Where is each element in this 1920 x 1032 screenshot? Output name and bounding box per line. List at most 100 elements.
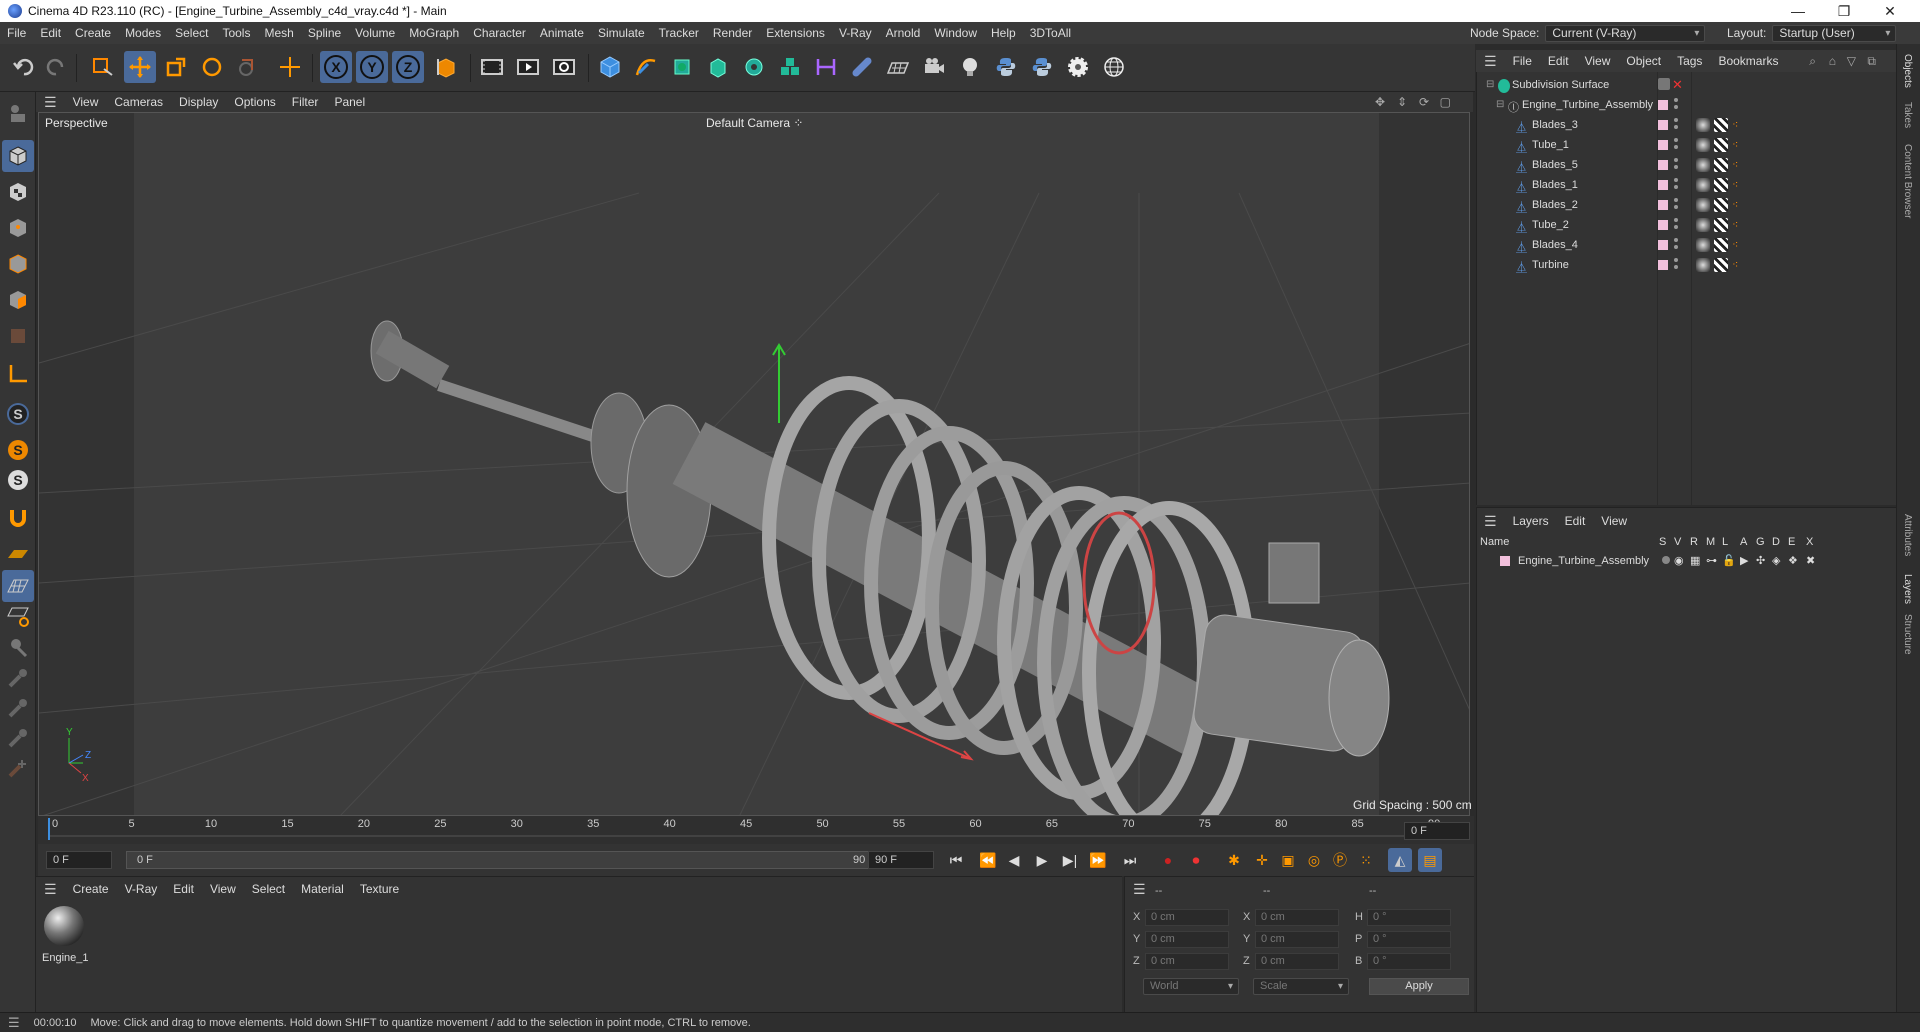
viewport-menu-display[interactable]: Display: [171, 95, 226, 109]
tree-expand-icon[interactable]: ⊟: [1496, 99, 1508, 113]
python-generator-icon[interactable]: [1026, 51, 1058, 83]
layer-color-swatch[interactable]: [1658, 240, 1668, 250]
previous-key-icon[interactable]: ⏪: [976, 848, 1000, 872]
viewport-menu-view[interactable]: View: [65, 95, 107, 109]
material-tag-icon[interactable]: [1696, 218, 1710, 232]
menu-mesh[interactable]: Mesh: [257, 22, 300, 44]
layer-row[interactable]: Engine_Turbine_Assembly ◉ ▦ ⊶ 🔓 ▶ ✣ ◈ ❖ …: [1476, 552, 1896, 572]
menu-volume[interactable]: Volume: [348, 22, 402, 44]
polygons-mode-icon[interactable]: [2, 284, 34, 316]
cube-object-icon[interactable]: [594, 51, 626, 83]
motion-system-icon[interactable]: ◭: [1388, 848, 1412, 872]
current-frame-field[interactable]: 0 F: [1404, 822, 1470, 840]
tab-takes[interactable]: Takes: [1902, 102, 1913, 128]
tab-content-browser[interactable]: Content Browser: [1902, 144, 1913, 218]
menu-simulate[interactable]: Simulate: [591, 22, 652, 44]
snap-icon[interactable]: S: [2, 398, 34, 430]
z-axis-lock-icon[interactable]: Z: [392, 51, 424, 83]
layer-deformers-icon[interactable]: ◈: [1772, 554, 1780, 567]
material-tag-icon[interactable]: [1696, 118, 1710, 132]
menu-create[interactable]: Create: [68, 22, 118, 44]
web-globe-icon[interactable]: [1098, 51, 1130, 83]
floor-icon[interactable]: [882, 51, 914, 83]
magnet-tweak-icon[interactable]: [2, 502, 34, 534]
rot-b-field[interactable]: 0 °: [1367, 953, 1451, 970]
key-selection-icon[interactable]: ✱: [1222, 848, 1246, 872]
menu-mograph[interactable]: MoGraph: [402, 22, 466, 44]
coordinate-system-icon[interactable]: [430, 51, 462, 83]
pos-y-field[interactable]: 0 cm: [1145, 931, 1229, 948]
visibility-dots[interactable]: [1674, 98, 1678, 114]
objects-menu-object[interactable]: Object: [1618, 54, 1669, 68]
workplane-icon[interactable]: [2, 538, 34, 570]
objects-menu-view[interactable]: View: [1577, 54, 1619, 68]
viewport-hamburger-icon[interactable]: ☰: [36, 94, 65, 111]
object-row-blades-2[interactable]: ⏅ Blades_2 ⁖: [1476, 196, 1896, 216]
material-item[interactable]: Engine_1: [42, 906, 89, 966]
previous-frame-icon[interactable]: ◀: [1002, 848, 1026, 872]
viewport-camera-name[interactable]: Default Camera ⁘: [706, 116, 803, 130]
menu-character[interactable]: Character: [466, 22, 533, 44]
material-menu-create[interactable]: Create: [65, 882, 117, 896]
layer-solo-toggle[interactable]: [1662, 556, 1670, 564]
texture-tag-icon[interactable]: [1714, 118, 1728, 132]
material-tag-icon[interactable]: [1696, 258, 1710, 272]
menu-window[interactable]: Window: [927, 22, 984, 44]
layer-color-swatch[interactable]: [1658, 260, 1668, 270]
play-icon[interactable]: ▶: [1030, 848, 1054, 872]
layer-color-swatch[interactable]: [1658, 220, 1668, 230]
uv-mode-icon[interactable]: [2, 320, 34, 352]
layer-manager-icon[interactable]: ⊶: [1706, 554, 1717, 567]
apply-button[interactable]: Apply: [1369, 978, 1469, 995]
coordinates-hamburger-icon[interactable]: ☰: [1133, 881, 1146, 898]
objects-new-window-icon[interactable]: ⧉: [1867, 54, 1876, 69]
texture-tag-icon[interactable]: [1714, 178, 1728, 192]
visibility-dots[interactable]: [1674, 138, 1678, 154]
size-y-field[interactable]: 0 cm: [1255, 931, 1339, 948]
vray-tag-icon[interactable]: ⁖: [1732, 258, 1746, 272]
tab-attributes[interactable]: Attributes: [1902, 514, 1913, 556]
object-row-engine-turbine-assembly[interactable]: ⊟ ⓛ Engine_Turbine_Assembly: [1476, 96, 1896, 116]
vray-tag-icon[interactable]: ⁖: [1732, 198, 1746, 212]
sculpt-brush-icon[interactable]: [2, 632, 34, 664]
objects-menu-edit[interactable]: Edit: [1540, 54, 1577, 68]
menu-vray[interactable]: V-Ray: [832, 22, 879, 44]
layer-generators-icon[interactable]: ✣: [1756, 554, 1765, 567]
tab-structure[interactable]: Structure: [1902, 614, 1913, 655]
size-z-field[interactable]: 0 cm: [1255, 953, 1339, 970]
layers-menu-view[interactable]: View: [1593, 514, 1635, 528]
render-region-icon[interactable]: [476, 51, 508, 83]
scale-mode-dropdown[interactable]: Scale: [1253, 978, 1349, 995]
texture-tag-icon[interactable]: [1714, 198, 1728, 212]
menu-tracker[interactable]: Tracker: [652, 22, 706, 44]
model-mode-icon[interactable]: [2, 98, 34, 130]
layer-color-swatch[interactable]: [1500, 556, 1510, 566]
viewport-dolly-icon[interactable]: ⇕: [1397, 95, 1407, 109]
material-hamburger-icon[interactable]: ☰: [36, 881, 65, 898]
viewport-maximize-icon[interactable]: ▢: [1440, 95, 1451, 109]
menu-edit[interactable]: Edit: [33, 22, 68, 44]
autokey-icon[interactable]: ⏺: [1184, 848, 1208, 872]
vray-tag-icon[interactable]: ⁖: [1732, 138, 1746, 152]
bevel-tool-icon[interactable]: [2, 692, 34, 724]
frame-range-slider[interactable]: 0 F 90 F: [126, 851, 886, 869]
layer-visible-eye-icon[interactable]: ◉: [1674, 554, 1684, 567]
material-menu-select[interactable]: Select: [244, 882, 293, 896]
rot-p-field[interactable]: 0 °: [1367, 931, 1451, 948]
material-tag-icon[interactable]: [1696, 138, 1710, 152]
knife-tool-icon[interactable]: [2, 722, 34, 754]
object-row-blades-3[interactable]: ⏅ Blades_3 ⁖: [1476, 116, 1896, 136]
object-row-turbine[interactable]: ⏅ Turbine ⁖: [1476, 256, 1896, 276]
menu-extensions[interactable]: Extensions: [759, 22, 832, 44]
layout-dropdown[interactable]: Startup (User): [1772, 24, 1897, 42]
viewport-menu-panel[interactable]: Panel: [326, 95, 373, 109]
timeline-ruler[interactable]: 051015202530354045505560657075808590: [38, 816, 1474, 844]
deformer-icon[interactable]: [810, 51, 842, 83]
material-tag-icon[interactable]: [1696, 178, 1710, 192]
layer-color-swatch[interactable]: [1658, 120, 1668, 130]
objects-home-icon[interactable]: ⌂: [1829, 54, 1836, 68]
x-axis-lock-icon[interactable]: X: [320, 51, 352, 83]
layer-color-swatch[interactable]: [1658, 200, 1668, 210]
edges-mode-icon[interactable]: [2, 248, 34, 280]
texture-tag-icon[interactable]: [1714, 138, 1728, 152]
